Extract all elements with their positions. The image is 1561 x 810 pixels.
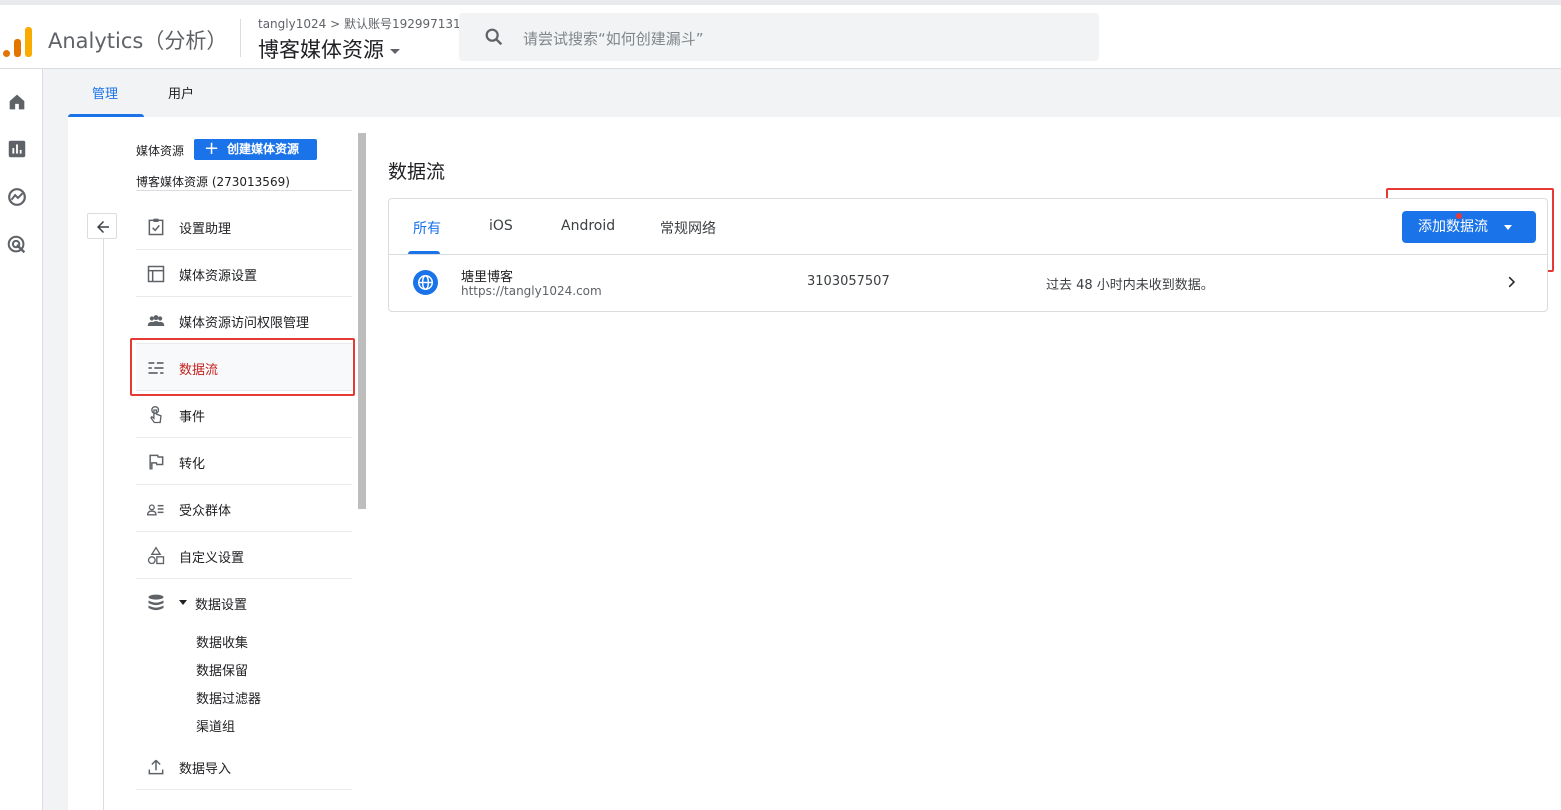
- nav-label: 自定义设置: [179, 551, 245, 566]
- tab-admin[interactable]: 管理: [92, 83, 118, 102]
- annotation-highlight-box: [130, 338, 355, 396]
- page-title: 数据流: [388, 161, 446, 183]
- stream-filter-tabs: 所有 iOS Android 常规网络 添加数据流: [389, 199, 1547, 255]
- nav-label: 数据导入: [179, 762, 232, 777]
- chevron-down-icon: [390, 48, 400, 54]
- nav-audiences[interactable]: 受众群体: [136, 485, 352, 532]
- scrollbar-thumb[interactable]: [358, 133, 366, 509]
- explore-icon[interactable]: [6, 186, 28, 208]
- tab-user[interactable]: 用户: [168, 83, 194, 102]
- property-name: 博客媒体资源: [258, 38, 384, 62]
- nav-property-settings[interactable]: 媒体资源设置: [136, 250, 352, 297]
- plus-icon: +: [204, 138, 220, 159]
- arrow-back-icon: [97, 221, 109, 233]
- tree-line: [103, 239, 104, 810]
- nav-label: 事件: [179, 410, 206, 425]
- add-stream-label: 添加数据流: [1418, 219, 1488, 235]
- chevron-down-icon: [1504, 225, 1512, 230]
- nav-channel-groups[interactable]: 渠道组: [196, 716, 235, 735]
- divider: [136, 190, 352, 191]
- property-selector[interactable]: 博客媒体资源: [258, 34, 400, 64]
- chevron-right-icon[interactable]: [1504, 274, 1520, 290]
- property-nav-panel: 媒体资源 + 创建媒体资源 博客媒体资源 (273013569) 设置助理 媒体资…: [68, 117, 368, 810]
- table-row[interactable]: 塘里博客 https://tangly1024.com 3103057507 过…: [389, 255, 1547, 312]
- nav-data-retention[interactable]: 数据保留: [196, 660, 248, 679]
- nav-access-management[interactable]: 媒体资源访问权限管理: [136, 297, 352, 344]
- app-title: Analytics（分析）: [48, 29, 228, 53]
- touch-icon: [150, 406, 162, 424]
- active-tab-indicator: [408, 251, 440, 254]
- add-stream-button[interactable]: 添加数据流: [1402, 211, 1536, 243]
- nav-conversions[interactable]: 转化: [136, 438, 352, 485]
- cursor-dot: [1456, 213, 1462, 219]
- tab-web[interactable]: 常规网络: [660, 218, 716, 238]
- left-rail: [0, 69, 43, 810]
- nav-custom-definitions[interactable]: 自定义设置: [136, 532, 352, 579]
- nav-label: 设置助理: [179, 222, 232, 237]
- nav-label: 媒体资源访问权限管理: [179, 316, 310, 331]
- tab-all[interactable]: 所有: [413, 218, 441, 238]
- advertising-icon[interactable]: [6, 234, 28, 256]
- search-input[interactable]: 请尝试搜索“如何创建漏斗”: [459, 13, 1099, 61]
- nav-data-import[interactable]: 数据导入: [136, 743, 352, 790]
- property-dropdown[interactable]: 博客媒体资源 (273013569): [136, 173, 290, 190]
- flag-icon: [149, 454, 164, 470]
- create-property-button[interactable]: + 创建媒体资源: [194, 139, 317, 160]
- home-icon[interactable]: [6, 91, 28, 113]
- nav-setup-assistant[interactable]: 设置助理: [136, 203, 352, 250]
- search-icon: [485, 28, 503, 46]
- account-breadcrumb[interactable]: tangly1024 > 默认账号192997131: [258, 15, 461, 32]
- clipboard-check-icon: [148, 218, 164, 236]
- divider: [240, 19, 241, 57]
- audience-icon: [146, 504, 164, 516]
- shapes-icon: [147, 546, 165, 565]
- nav-events[interactable]: 事件: [136, 391, 352, 438]
- stream-status: 过去 48 小时内未收到数据。: [1046, 278, 1214, 293]
- globe-icon: [413, 270, 438, 295]
- data-streams-card: 所有 iOS Android 常规网络 添加数据流 塘里博客 https://t…: [388, 198, 1548, 312]
- stream-id: 3103057507: [807, 274, 890, 289]
- upload-icon: [148, 759, 164, 775]
- content-gutter: [43, 117, 68, 810]
- nav-label: 受众群体: [179, 504, 232, 519]
- reports-icon[interactable]: [6, 138, 28, 160]
- tab-ios[interactable]: iOS: [489, 218, 513, 234]
- admin-tab-bar: 管理 用户: [43, 69, 1561, 117]
- analytics-logo-icon[interactable]: [3, 23, 33, 57]
- stream-url: https://tangly1024.com: [461, 284, 602, 298]
- nav-label: 数据设置: [195, 598, 248, 613]
- top-header: Analytics（分析） tangly1024 > 默认账号192997131…: [0, 0, 1561, 69]
- database-icon: [148, 594, 164, 611]
- nav-data-filters[interactable]: 数据过滤器: [196, 688, 261, 707]
- search-placeholder: 请尝试搜索“如何创建漏斗”: [523, 30, 704, 48]
- nav-data-settings[interactable]: 数据设置: [136, 579, 352, 626]
- expand-caret-icon: [179, 600, 187, 605]
- section-label: 媒体资源: [136, 144, 185, 158]
- stream-name: 塘里博客: [461, 270, 514, 285]
- nav-label: 转化: [179, 457, 206, 472]
- nav-data-collection[interactable]: 数据收集: [196, 632, 248, 651]
- people-icon: [147, 315, 165, 326]
- nav-label: 媒体资源设置: [179, 269, 258, 284]
- create-property-label: 创建媒体资源: [227, 142, 300, 156]
- tab-android[interactable]: Android: [561, 218, 615, 234]
- property-settings-icon: [147, 265, 165, 283]
- back-button[interactable]: [87, 213, 117, 239]
